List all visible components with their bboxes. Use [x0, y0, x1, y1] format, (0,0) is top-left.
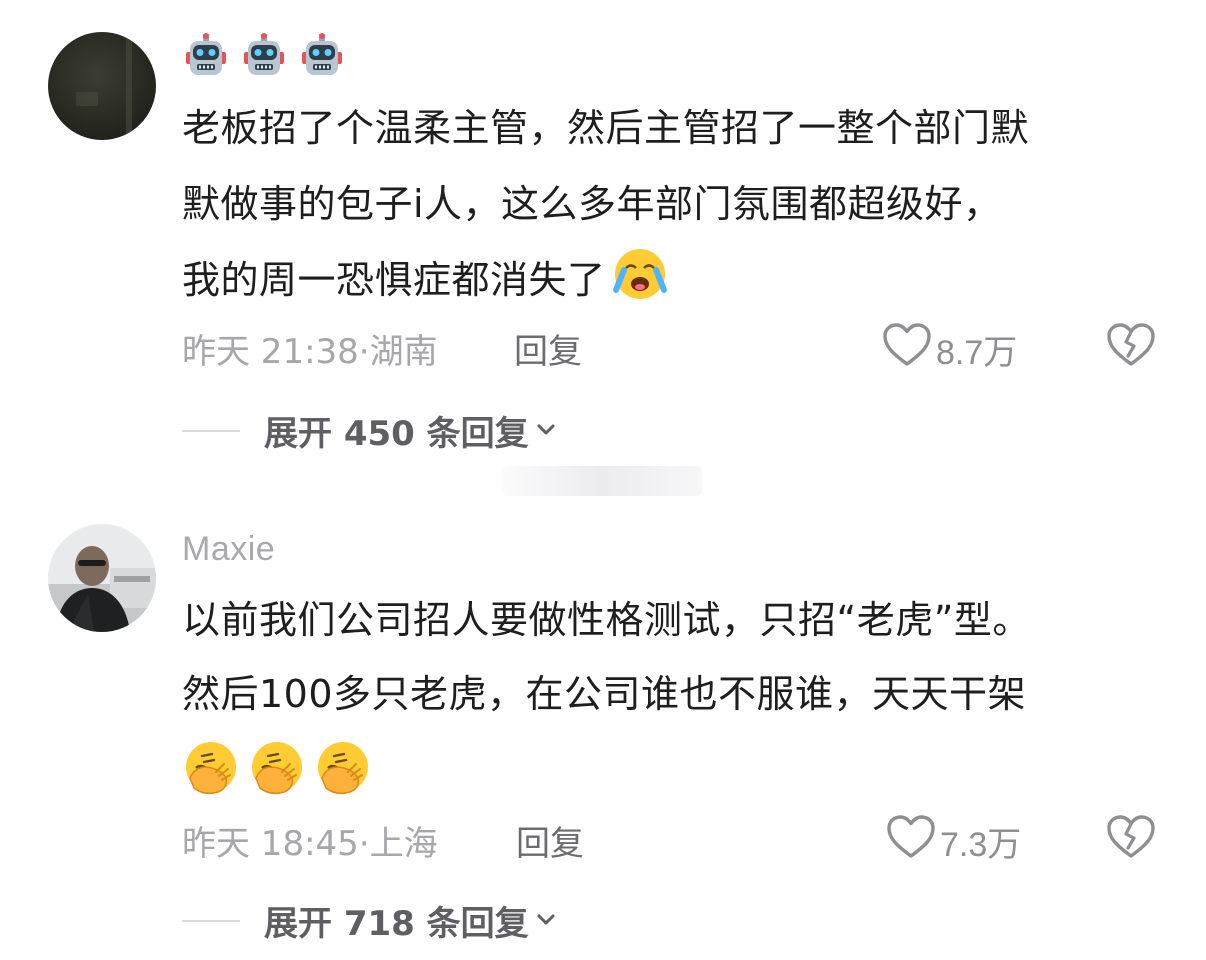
dislike-button[interactable] — [1106, 814, 1156, 864]
divider — [182, 429, 240, 432]
expand-replies-label: 展开 450 条回复 — [264, 414, 529, 454]
avatar[interactable] — [48, 524, 156, 632]
chevron-down-icon — [535, 908, 557, 934]
reply-button[interactable]: 回复 — [514, 324, 582, 373]
divider — [182, 919, 240, 922]
comment-meta: 昨天 21:38·湖南 — [182, 324, 438, 373]
reply-button[interactable]: 回复 — [516, 816, 584, 865]
heart-icon — [886, 814, 936, 869]
expand-replies-label: 展开 718 条回复 — [264, 904, 529, 944]
comment-text: 我的周一恐惧症都消失了 — [182, 257, 606, 302]
like-count: 7.3万 — [940, 826, 1022, 864]
location: 上海 — [369, 824, 438, 864]
face-palm-icon — [248, 738, 306, 800]
like-count: 8.7万 — [936, 334, 1018, 372]
comment-text-line: 以前我们公司招人要做性格测试，只招“老虎”型。 — [182, 598, 1031, 642]
timestamp: 昨天 18:45 — [182, 824, 359, 864]
expand-replies-button[interactable]: 展开 718 条回复 — [182, 896, 557, 945]
chevron-down-icon — [535, 418, 557, 444]
comment-meta: 昨天 18:45·上海 — [182, 816, 438, 865]
username[interactable]: Maxie — [182, 530, 275, 569]
heart-icon — [882, 322, 932, 377]
expand-replies-button[interactable]: 展开 450 条回复 — [182, 406, 557, 455]
separator: · — [358, 824, 370, 864]
robot-icon — [182, 32, 230, 84]
separator: · — [358, 332, 370, 372]
comment-text-line: 老板招了个温柔主管，然后主管招了一整个部门默 — [182, 106, 1030, 150]
loading-placeholder — [502, 466, 702, 496]
timestamp: 昨天 21:38 — [182, 332, 359, 372]
face-palm-icon — [314, 738, 372, 800]
robot-icon — [298, 32, 346, 84]
avatar[interactable] — [48, 32, 156, 140]
broken-heart-icon — [1106, 815, 1156, 864]
comment-text-line: 然后100多只老虎，在公司谁也不服谁，天天干架 — [182, 672, 1027, 716]
like-button[interactable]: 7.3万 — [886, 814, 1021, 869]
dislike-button[interactable] — [1106, 322, 1156, 372]
face-palm-icon — [182, 738, 240, 800]
comment-text-line: 默做事的包子i人，这么多年部门氛围都超级好， — [182, 182, 1002, 226]
comment-text-line: 我的周一恐惧症都消失了 — [182, 246, 668, 313]
broken-heart-icon — [1106, 323, 1156, 372]
trailing-emojis — [182, 738, 372, 800]
username-emojis — [182, 32, 346, 84]
robot-icon — [240, 32, 288, 84]
loudly-crying-face-icon — [612, 246, 668, 313]
location: 湖南 — [369, 332, 438, 372]
like-button[interactable]: 8.7万 — [882, 322, 1017, 377]
